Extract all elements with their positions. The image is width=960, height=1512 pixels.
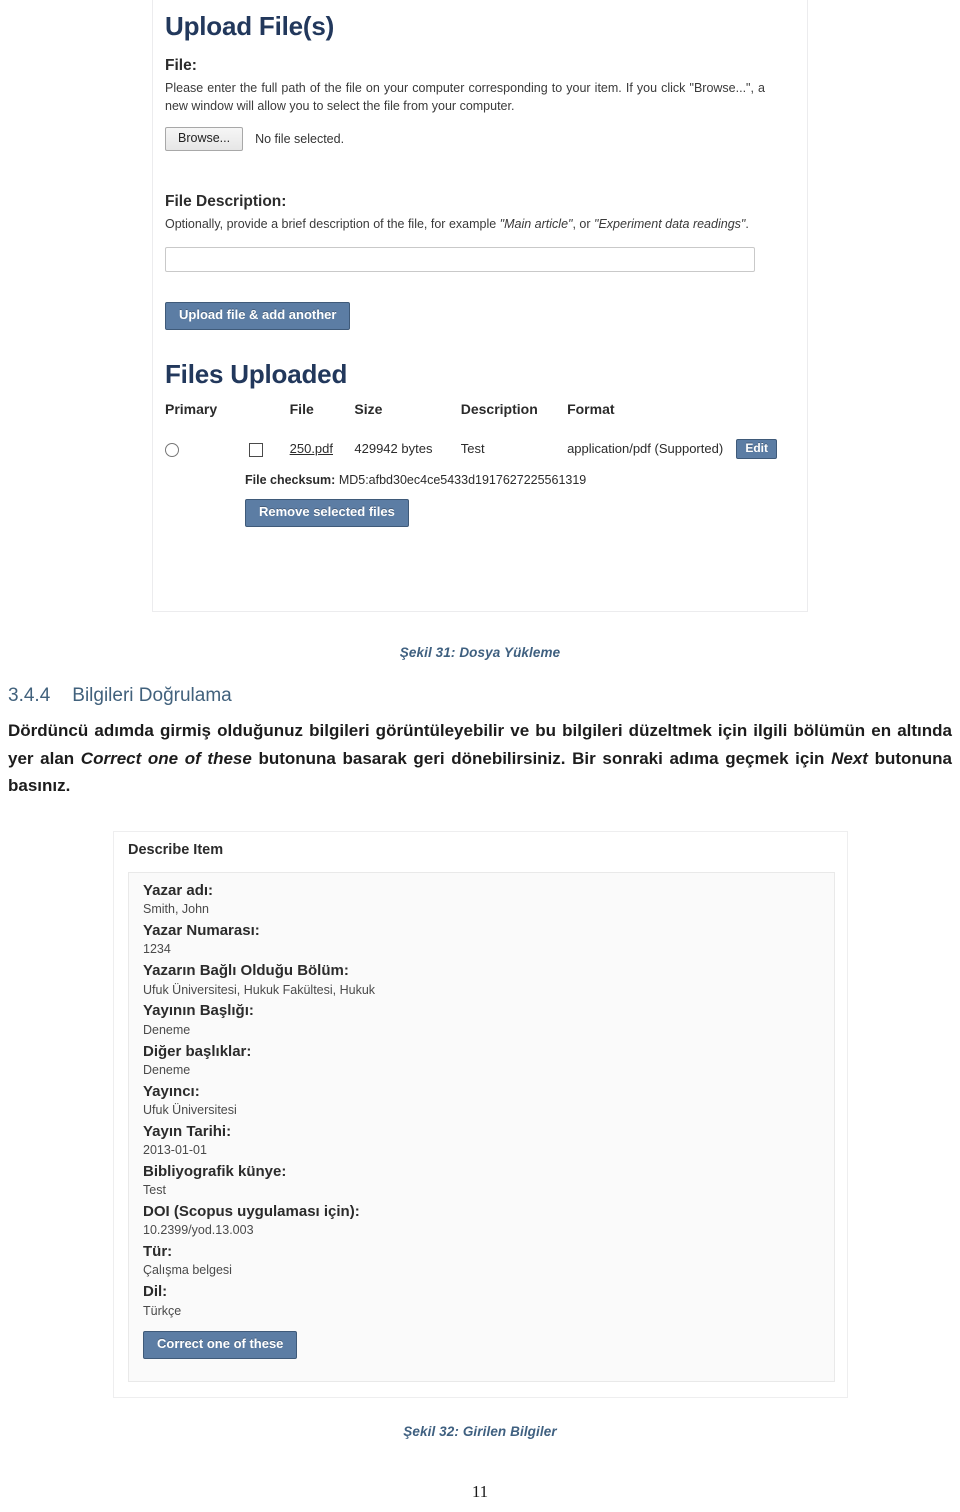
edit-button[interactable]: Edit [736, 438, 777, 460]
correct-one-of-these-button[interactable]: Correct one of these [143, 1331, 298, 1360]
cell-format: application/pdf (Supported) [567, 441, 724, 457]
correct-button-wrap: Correct one of these [143, 1331, 834, 1360]
section-heading: 3.4.4 Bilgileri Doğrulama [8, 685, 232, 707]
field-value-doi: 10.2399/yod.13.003 [143, 1223, 254, 1238]
metadata-field: Yayıncı: Ufuk Üniversitesi [143, 1082, 834, 1119]
column-header-actions [736, 401, 777, 439]
file-checksum-label: File checksum: [245, 473, 336, 488]
file-link[interactable]: 250.pdf [290, 441, 333, 456]
field-label-diger-basliklar: Diğer başlıklar: [143, 1042, 252, 1060]
file-checksum-value: MD5:afbd30ec4ce5433d1917627225561319 [338, 473, 587, 488]
file-description-heading: File Description: [165, 192, 287, 210]
browse-row: Browse... No file selected. [165, 126, 793, 151]
figure-32-caption: Şekil 32: Girilen Bilgiler [403, 1424, 557, 1439]
files-uploaded-table: Primary File Size Description Format 250… [165, 401, 777, 460]
remove-selected-files-wrap: Remove selected files [245, 499, 793, 528]
section-paragraph: Dördüncü adımda girmiş olduğunuz bilgile… [8, 717, 952, 800]
column-header-size: Size [354, 400, 383, 417]
figure-describe-item-screenshot: Describe Item Yazar adı: Smith, John Yaz… [113, 831, 848, 1398]
field-label-tur: Tür: [143, 1243, 173, 1261]
cell-size: 429942 bytes [354, 441, 433, 457]
field-value-bibliyografik-kunye: Test [143, 1183, 166, 1198]
remove-selected-files-button[interactable]: Remove selected files [245, 499, 409, 528]
column-header-description: Description [460, 400, 538, 417]
cell-file: 250.pdf [290, 439, 355, 460]
table-header-row: Primary File Size Description Format [165, 401, 777, 439]
field-label-yayin-tarihi: Yayın Tarihi: [143, 1122, 232, 1140]
field-label-bagli-oldugu-bolum: Yazarın Bağlı Olduğu Bölüm: [143, 962, 349, 980]
field-label-yayin-basligi: Yayının Başlığı: [143, 1002, 254, 1020]
paragraph-italic-next: Next [831, 748, 868, 768]
metadata-field: DOI (Scopus uygulaması için): 10.2399/yo… [143, 1202, 834, 1239]
field-value-yayin-tarihi: 2013-01-01 [143, 1143, 207, 1157]
field-value-dil: Türkçe [143, 1303, 182, 1318]
field-label-yayinci: Yayıncı: [143, 1082, 200, 1100]
file-checksum-row: File checksum: MD5:afbd30ec4ce5433d19176… [245, 473, 793, 487]
field-value-yazar-numarasi: 1234 [143, 942, 171, 957]
file-section-instructions: Please enter the full path of the file o… [165, 80, 765, 113]
file-section-heading: File: [165, 56, 197, 74]
section-title: Bilgileri Doğrulama [72, 685, 232, 706]
metadata-field: Tür: Çalışma belgesi [143, 1242, 834, 1279]
no-file-selected-label: No file selected. [255, 131, 345, 146]
column-header-select [249, 401, 289, 439]
desc-example-1: "Main article" [499, 216, 573, 231]
file-description-input[interactable] [165, 246, 755, 272]
file-description-instructions: Optionally, provide a brief description … [165, 215, 765, 233]
field-value-yayin-basligi: Deneme [143, 1022, 191, 1037]
field-label-yazar-numarasi: Yazar Numarası: [143, 922, 260, 940]
field-label-dil: Dil: [143, 1283, 168, 1301]
field-value-diger-basliklar: Deneme [143, 1062, 191, 1077]
column-header-primary: Primary [165, 400, 218, 417]
metadata-field: Bibliyografik künye: Test [143, 1162, 834, 1199]
desc-example-2: "Experiment data readings" [594, 216, 746, 231]
figure-upload-files-screenshot: Upload File(s) File: Please enter the fu… [152, 0, 808, 612]
desc-instr-pre: Optionally, provide a brief description … [165, 216, 500, 231]
column-header-file: File [289, 400, 314, 417]
cell-description: Test [460, 441, 485, 457]
files-uploaded-title: Files Uploaded [165, 358, 348, 389]
figure-31-caption: Şekil 31: Dosya Yükleme [399, 645, 561, 660]
metadata-field: Yayın Tarihi: 2013-01-01 [143, 1122, 834, 1159]
field-label-bibliyografik-kunye: Bibliyografik künye: [143, 1162, 287, 1180]
upload-file-add-another-button[interactable]: Upload file & add another [165, 301, 351, 330]
cell-select [249, 439, 289, 460]
metadata-field: Yazar adı: Smith, John [143, 881, 834, 918]
metadata-field: Dil: Türkçe [143, 1282, 834, 1319]
select-file-checkbox[interactable] [249, 442, 264, 457]
primary-radio[interactable] [165, 442, 179, 457]
metadata-field: Yayının Başlığı: Deneme [143, 1001, 834, 1038]
paragraph-italic-correct-one-of-these: Correct one of these [80, 748, 252, 768]
describe-item-title: Describe Item [128, 842, 224, 858]
metadata-field: Yazarın Bağlı Olduğu Bölüm: Ufuk Ünivers… [143, 961, 834, 998]
field-value-tur: Çalışma belgesi [143, 1263, 232, 1278]
field-label-doi: DOI (Scopus uygulaması için): [143, 1203, 360, 1220]
cell-actions: Edit [736, 438, 777, 460]
metadata-field: Yazar Numarası: 1234 [143, 921, 834, 958]
column-header-format: Format [567, 400, 615, 417]
cell-primary [165, 439, 249, 460]
section-number: 3.4.4 [8, 685, 51, 706]
metadata-field: Diğer başlıklar: Deneme [143, 1042, 834, 1079]
paragraph-part-2: butonuna basarak geri dönebilirsiniz. Bi… [251, 748, 832, 768]
desc-instr-mid: , or [572, 216, 595, 231]
page-number: 11 [471, 1482, 489, 1501]
field-value-bagli-oldugu-bolum: Ufuk Üniversitesi, Hukuk Fakültesi, Huku… [143, 982, 376, 997]
field-label-yazar-adi: Yazar adı: [143, 882, 214, 899]
field-value-yayinci: Ufuk Üniversitesi [143, 1102, 237, 1117]
upload-files-title: Upload File(s) [165, 11, 335, 41]
field-value-yazar-adi: Smith, John [143, 902, 210, 917]
table-row: 250.pdf 429942 bytes Test application/pd… [165, 438, 777, 460]
browse-button[interactable]: Browse... [165, 126, 244, 151]
desc-instr-post: . [745, 216, 749, 231]
upload-files-panel: Upload File(s) File: Please enter the fu… [153, 0, 807, 528]
describe-item-panel: Yazar adı: Smith, John Yazar Numarası: 1… [128, 872, 835, 1382]
